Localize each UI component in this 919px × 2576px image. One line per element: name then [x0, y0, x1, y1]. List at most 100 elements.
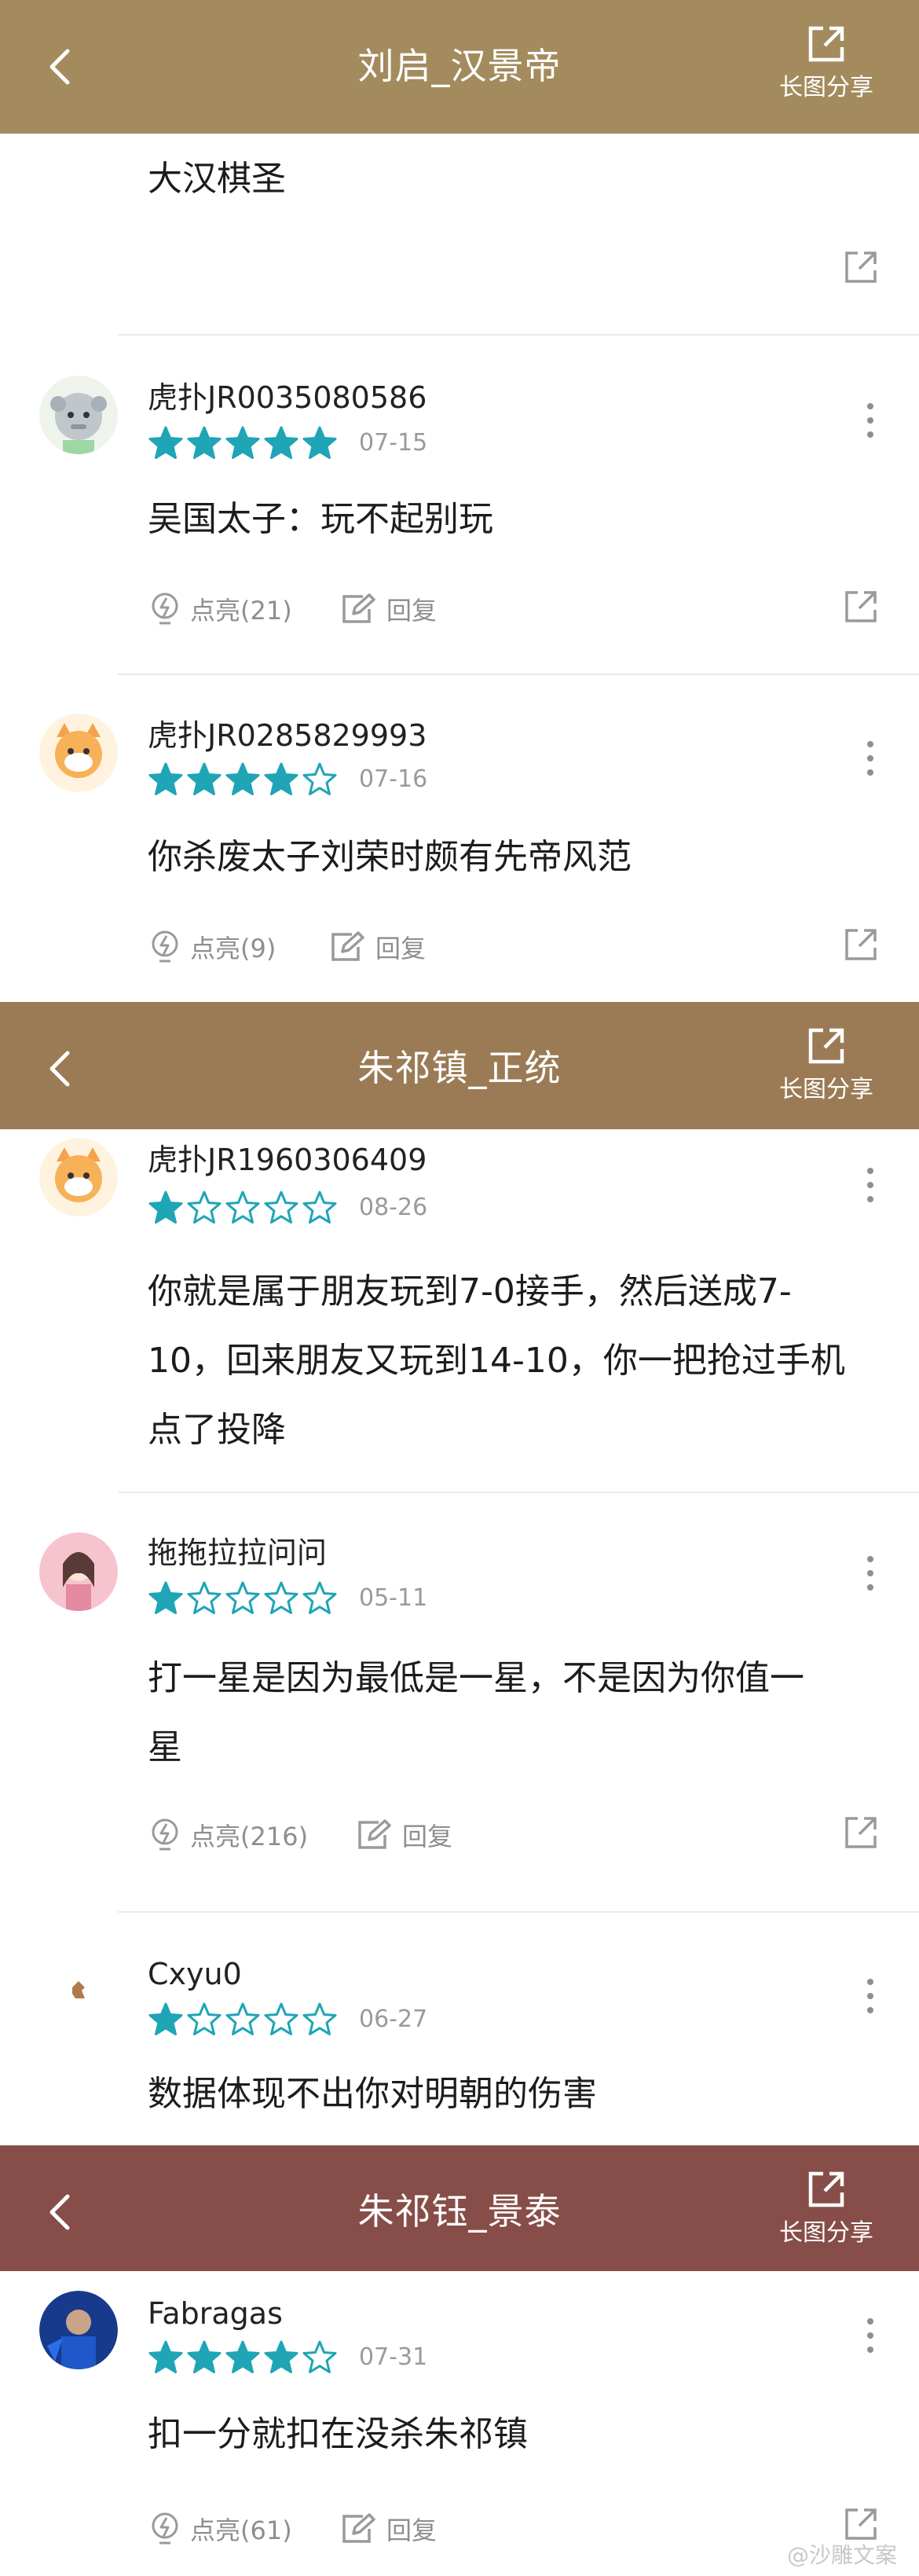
stars-wrap [148, 2339, 340, 2376]
reply-button[interactable]: 回复 [339, 2511, 437, 2547]
divider [118, 673, 919, 675]
avatar[interactable] [39, 1532, 118, 1611]
username[interactable]: Cxyu0 [148, 1955, 242, 1993]
edit-icon [342, 2513, 375, 2543]
avatar[interactable] [39, 1953, 118, 2031]
star-filled-icon [148, 2340, 183, 2373]
star-filled-icon [148, 762, 183, 795]
like-button[interactable]: 点亮(9) [149, 929, 276, 965]
more-options-icon[interactable] [856, 1550, 884, 1597]
more-options-icon[interactable] [856, 1972, 884, 2020]
avatar[interactable] [39, 376, 118, 454]
username[interactable]: 虎扑JR1960306409 [148, 1141, 427, 1179]
star-filled-icon [225, 426, 260, 459]
comment-date: 07-15 [359, 429, 428, 457]
username[interactable]: Fabragas [148, 2295, 283, 2332]
reply-button[interactable]: 回复 [339, 591, 437, 627]
star-filled-icon [148, 1581, 183, 1614]
star-empty-icon [302, 2340, 337, 2373]
rating-stars: 07-16 [148, 762, 427, 797]
star-empty-icon [187, 1581, 222, 1614]
like-count: 点亮(61) [190, 2515, 292, 2545]
username[interactable]: 虎扑JR0285829993 [148, 717, 427, 754]
like-button[interactable]: 点亮(21) [149, 591, 292, 627]
edit-icon [358, 1819, 391, 1849]
watermark: @沙雕文案 [786, 2542, 897, 2568]
lightbulb-icon [152, 593, 178, 625]
long-image-share-button[interactable]: 长图分享 [771, 24, 881, 104]
star-filled-icon [148, 426, 183, 459]
star-filled-icon [148, 1191, 183, 1224]
like-button[interactable]: 点亮(216) [149, 1817, 308, 1853]
edit-icon [342, 593, 375, 623]
avatar[interactable] [39, 714, 118, 792]
divider [118, 1911, 919, 1913]
comment-text: 打一星是因为最低是一星，不是因为你值一 星 [148, 1644, 878, 1782]
share-external-icon [808, 2171, 844, 2207]
comment-date: 08-26 [359, 1194, 428, 1221]
header-bar: 刘启_汉景帝 长图分享 [0, 0, 919, 134]
star-filled-icon [264, 762, 298, 795]
long-image-share-button[interactable]: 长图分享 [771, 1026, 881, 1106]
star-empty-icon [302, 762, 337, 795]
comment-text-line: 10，回来朋友又玩到14-10，你一把抢过手机 [148, 1341, 845, 1381]
like-count: 点亮(216) [190, 1822, 309, 1851]
rating-stars: 07-15 [148, 426, 427, 461]
reply-label: 回复 [386, 596, 438, 626]
long-image-share-button[interactable]: 长图分享 [771, 2169, 881, 2249]
like-count: 点亮(21) [190, 596, 292, 626]
avatar[interactable] [39, 1138, 118, 1216]
comment-text: 数据体现不出你对明朝的伤害 [148, 2074, 597, 2114]
comment-text: 吴国太子：玩不起别玩 [148, 499, 493, 539]
star-filled-icon [187, 426, 222, 459]
more-options-icon[interactable] [856, 735, 884, 782]
comment-text: 大汉棋圣 [148, 159, 286, 199]
comment-date: 07-16 [359, 765, 428, 793]
share-label: 长图分享 [779, 74, 873, 101]
share-external-icon[interactable] [844, 927, 878, 962]
comment-text-line: 点了投降 [148, 1410, 286, 1450]
share-external-icon[interactable] [844, 589, 878, 624]
star-filled-icon [264, 426, 298, 459]
rating-stars: 07-31 [148, 2340, 427, 2375]
share-external-icon [808, 26, 844, 62]
share-external-icon[interactable] [844, 250, 878, 284]
star-filled-icon [302, 426, 337, 459]
star-empty-icon [225, 1581, 260, 1614]
stars-wrap [148, 1580, 340, 1616]
like-button[interactable]: 点亮(61) [149, 2511, 292, 2547]
reply-button[interactable]: 回复 [355, 1817, 452, 1853]
like-count: 点亮(9) [190, 934, 276, 963]
rating-stars: 08-26 [148, 1191, 427, 1225]
stars-wrap [148, 1190, 340, 1226]
share-external-icon[interactable] [844, 2507, 878, 2541]
stars-wrap [148, 2002, 340, 2038]
star-filled-icon [187, 762, 222, 795]
star-filled-icon [225, 762, 260, 795]
edit-icon [331, 931, 364, 961]
lightbulb-icon [152, 1818, 178, 1851]
star-empty-icon [225, 1191, 260, 1224]
stars-wrap [148, 425, 340, 461]
star-filled-icon [148, 2002, 183, 2035]
avatar[interactable] [39, 2291, 118, 2369]
comment-text-line: 星 [148, 1727, 182, 1767]
share-label: 长图分享 [779, 1076, 873, 1103]
comment-text: 你杀废太子刘荣时颇有先帝风范 [148, 837, 632, 877]
star-empty-icon [264, 1581, 298, 1614]
more-options-icon[interactable] [856, 397, 884, 444]
more-options-icon[interactable] [856, 2312, 884, 2359]
comment-date: 06-27 [359, 2005, 428, 2033]
star-empty-icon [302, 2002, 337, 2035]
comment-date: 07-31 [359, 2343, 428, 2371]
share-external-icon[interactable] [844, 1815, 878, 1850]
star-empty-icon [187, 1191, 222, 1224]
reply-button[interactable]: 回复 [328, 929, 426, 965]
star-empty-icon [302, 1581, 337, 1614]
stars-wrap [148, 761, 340, 798]
username[interactable]: 虎扑JR0035080586 [148, 379, 427, 416]
username[interactable]: 拖拖拉拉问问 [148, 1534, 327, 1572]
star-empty-icon [225, 2002, 260, 2035]
more-options-icon[interactable] [856, 1161, 884, 1209]
star-empty-icon [187, 2002, 222, 2035]
